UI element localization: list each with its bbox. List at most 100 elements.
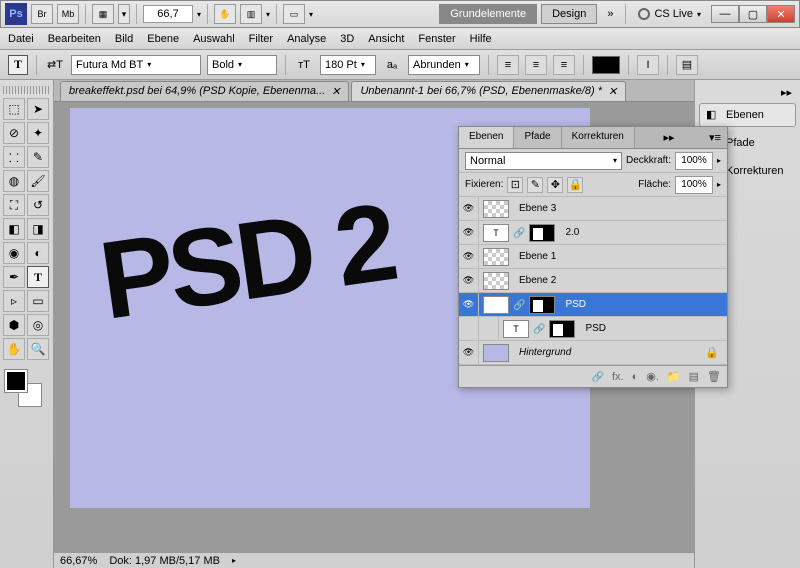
align-left-button[interactable]: ≡: [497, 55, 519, 75]
fill-input[interactable]: [675, 176, 713, 194]
brush-tool[interactable]: 🖌: [27, 170, 49, 192]
panel-tab-pfade[interactable]: Pfade: [514, 127, 561, 148]
visibility-icon[interactable]: [459, 245, 479, 269]
menu-datei[interactable]: Datei: [8, 33, 34, 45]
visibility-icon[interactable]: [459, 197, 479, 221]
maximize-button[interactable]: ▢: [739, 5, 767, 23]
pen-tool[interactable]: ✒: [3, 266, 25, 288]
minibridge-button[interactable]: Mb: [57, 4, 79, 24]
heal-tool[interactable]: ◍: [3, 170, 25, 192]
opacity-input[interactable]: [675, 152, 713, 170]
layer-row[interactable]: Ebene 1: [459, 245, 727, 269]
gradient-tool[interactable]: ◨: [27, 218, 49, 240]
opacity-arrow[interactable]: ▸: [717, 156, 721, 165]
dodge-tool[interactable]: ◐: [27, 242, 49, 264]
workspace-grundelemente[interactable]: Grundelemente: [439, 4, 537, 24]
layer-thumb[interactable]: [483, 248, 509, 266]
status-zoom[interactable]: 66,67%: [60, 555, 97, 567]
screen-mode-button[interactable]: ▭: [283, 4, 305, 24]
layer-row[interactable]: TPSD: [459, 317, 727, 341]
lasso-tool[interactable]: ⊘: [3, 122, 25, 144]
type-tool[interactable]: T: [27, 266, 49, 288]
align-center-button[interactable]: ≡: [525, 55, 547, 75]
blend-mode-combo[interactable]: Normal▾: [465, 152, 622, 170]
zoom-arrow[interactable]: ▾: [197, 10, 201, 19]
lock-all-button[interactable]: 🔒: [567, 177, 583, 193]
panel-collapse-icon[interactable]: ▸▸: [657, 127, 680, 148]
layer-row[interactable]: Ebene 3: [459, 197, 727, 221]
close-tab-icon[interactable]: ✕: [331, 85, 340, 98]
menu-3d[interactable]: 3D: [340, 33, 354, 45]
move-tool[interactable]: ⬚: [3, 98, 25, 120]
layer-thumb[interactable]: T: [483, 224, 509, 242]
layer-row[interactable]: TPSD: [459, 293, 727, 317]
document-tab[interactable]: Unbenannt-1 bei 66,7% (PSD, Ebenenmaske/…: [351, 81, 626, 101]
lock-transparency-button[interactable]: ⊡: [507, 177, 523, 193]
menu-ansicht[interactable]: Ansicht: [368, 33, 404, 45]
stamp-tool[interactable]: ⛶: [3, 194, 25, 216]
visibility-icon[interactable]: [459, 269, 479, 293]
layer-thumb[interactable]: T: [503, 320, 529, 338]
workspace-more[interactable]: »: [601, 8, 619, 20]
link-icon[interactable]: [533, 323, 545, 335]
menu-filter[interactable]: Filter: [249, 33, 273, 45]
adjustment-layer-icon[interactable]: ◉.: [646, 370, 659, 383]
delete-layer-icon[interactable]: 🗑: [707, 370, 721, 383]
menu-analyse[interactable]: Analyse: [287, 33, 326, 45]
layer-fx-icon[interactable]: fx.: [612, 371, 624, 383]
warp-text-button[interactable]: I: [637, 55, 659, 75]
layer-thumb[interactable]: [483, 200, 509, 218]
menu-ebene[interactable]: Ebene: [147, 33, 179, 45]
font-weight-combo[interactable]: Bold▾: [207, 55, 277, 75]
close-button[interactable]: ✕: [767, 5, 795, 23]
lock-position-button[interactable]: ✥: [547, 177, 563, 193]
orientation-icon[interactable]: ⇄T: [45, 55, 65, 75]
font-family-combo[interactable]: Futura Md BT▾: [71, 55, 201, 75]
workspace-design[interactable]: Design: [541, 4, 597, 24]
dock-ebenen[interactable]: ◧Ebenen: [699, 103, 796, 127]
mask-thumb[interactable]: [529, 224, 555, 242]
character-panel-button[interactable]: ▤: [676, 55, 698, 75]
path-select-tool[interactable]: ▹: [3, 290, 25, 312]
3d-tool[interactable]: ⬢: [3, 314, 25, 336]
wand-tool[interactable]: ✦: [27, 122, 49, 144]
menu-hilfe[interactable]: Hilfe: [470, 33, 492, 45]
mask-thumb[interactable]: [529, 296, 555, 314]
crop-tool[interactable]: ⸬: [3, 146, 25, 168]
visibility-icon[interactable]: [459, 341, 479, 365]
view-extras-arrow[interactable]: ▾: [118, 4, 130, 24]
hand-tool-button[interactable]: ✋: [214, 4, 236, 24]
align-right-button[interactable]: ≡: [553, 55, 575, 75]
mask-thumb[interactable]: [549, 320, 575, 338]
group-icon[interactable]: 📁: [667, 370, 681, 383]
hand-tool[interactable]: ✋: [3, 338, 25, 360]
lock-pixels-button[interactable]: ✎: [527, 177, 543, 193]
menu-fenster[interactable]: Fenster: [418, 33, 455, 45]
menu-bearbeiten[interactable]: Bearbeiten: [48, 33, 101, 45]
arrow-tool[interactable]: ➤: [27, 98, 49, 120]
arrange-button[interactable]: ▥: [240, 4, 262, 24]
view-extras-button[interactable]: ▦: [92, 4, 114, 24]
close-tab-icon[interactable]: ✕: [608, 85, 617, 98]
layer-thumb[interactable]: [483, 344, 509, 362]
menu-bild[interactable]: Bild: [115, 33, 133, 45]
link-layers-icon[interactable]: [592, 371, 604, 383]
zoom-tool[interactable]: 🔍: [27, 338, 49, 360]
link-icon[interactable]: [513, 227, 525, 239]
antialias-combo[interactable]: Abrunden▾: [408, 55, 480, 75]
layer-row[interactable]: Ebene 2: [459, 269, 727, 293]
visibility-icon[interactable]: [459, 221, 479, 245]
3d-camera-tool[interactable]: ◎: [27, 314, 49, 336]
link-icon[interactable]: [513, 299, 525, 311]
layer-mask-icon[interactable]: ◐: [632, 371, 639, 383]
blur-tool[interactable]: ◉: [3, 242, 25, 264]
eraser-tool[interactable]: ◧: [3, 218, 25, 240]
font-size-combo[interactable]: 180 Pt▾: [320, 55, 376, 75]
new-layer-icon[interactable]: ▤: [689, 370, 699, 383]
layer-row[interactable]: Hintergrund🔒: [459, 341, 727, 365]
minimize-button[interactable]: —: [711, 5, 739, 23]
panel-tab-korrekturen[interactable]: Korrekturen: [562, 127, 635, 148]
shape-tool[interactable]: ▭: [27, 290, 49, 312]
eyedropper-tool[interactable]: ✎: [27, 146, 49, 168]
zoom-input[interactable]: [143, 5, 193, 23]
